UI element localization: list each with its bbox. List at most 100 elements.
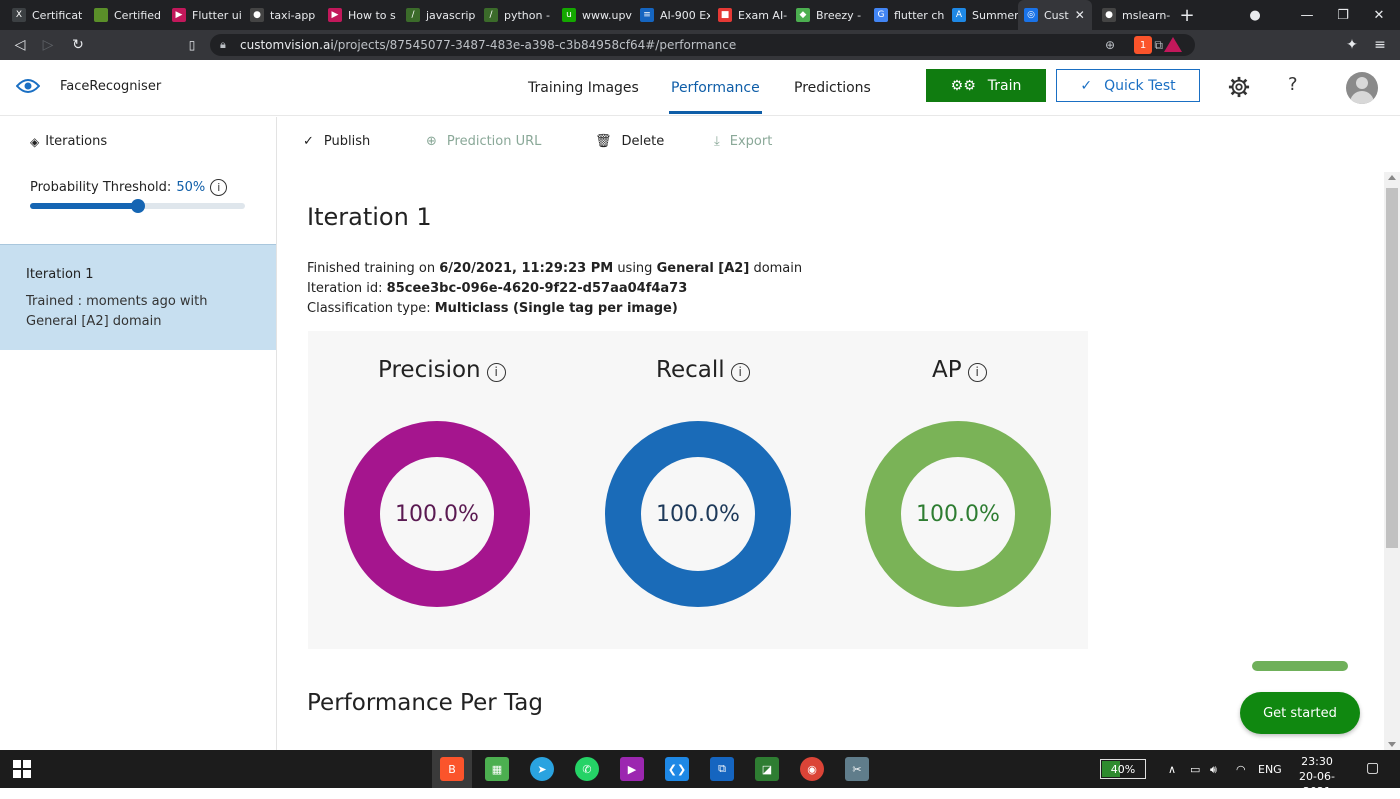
tab-favicon-icon: X: [12, 8, 26, 22]
close-tab-icon[interactable]: ✕: [1075, 8, 1085, 22]
tab-favicon-icon: ◎: [1024, 8, 1038, 22]
delete-button[interactable]: 🗑︎ Delete: [595, 134, 664, 149]
brave-browser-icon[interactable]: B: [440, 757, 464, 781]
remote-desktop-icon[interactable]: ⧉: [710, 757, 734, 781]
iteration-description: Trained : moments ago with General [A2] …: [26, 294, 208, 329]
language-indicator[interactable]: ENG: [1258, 763, 1282, 776]
get-started-button[interactable]: Get started: [1240, 692, 1360, 734]
browser-tab[interactable]: ▶ How to s: [322, 0, 398, 30]
share-icon[interactable]: ⧉: [1154, 38, 1163, 53]
quick-test-button[interactable]: ✓ Quick Test: [1056, 69, 1200, 102]
info-icon[interactable]: i: [486, 362, 506, 382]
browser-menu-icon[interactable]: ≡: [1366, 30, 1394, 60]
user-avatar[interactable]: [1346, 72, 1378, 104]
profile-menu-icon[interactable]: ●: [1238, 0, 1272, 30]
page-scrollbar[interactable]: [1384, 172, 1400, 750]
tab-predictions[interactable]: Predictions: [794, 80, 871, 96]
battery-indicator[interactable]: 40%: [1100, 759, 1146, 779]
vscode-icon[interactable]: ❮❯: [665, 757, 689, 781]
keyboard-icon[interactable]: ▭: [1190, 763, 1200, 776]
train-button[interactable]: ⚙⚙ Train: [926, 69, 1046, 102]
wifi-icon[interactable]: ◠: [1236, 763, 1246, 776]
bookmark-icon[interactable]: ▯: [178, 30, 206, 60]
reload-icon[interactable]: ↻: [64, 30, 92, 60]
probability-threshold: Probability Threshold: 50% i: [30, 179, 228, 196]
publish-button[interactable]: ✓ Publish: [303, 134, 370, 149]
scroll-thumb[interactable]: [1386, 188, 1398, 548]
recall-label: Recall: [656, 357, 725, 383]
export-button[interactable]: ⤓ Export: [714, 134, 772, 149]
brave-shield-icon[interactable]: 1: [1134, 36, 1152, 54]
precision-title: Precision i: [378, 357, 506, 383]
ap-value: 100.0%: [916, 501, 1000, 527]
browser-tab[interactable]: ◎ Cust ✕: [1018, 0, 1092, 30]
custom-vision-eye-icon[interactable]: [16, 76, 40, 96]
forward-icon[interactable]: ▷: [34, 30, 62, 60]
prediction-url-button[interactable]: ⊕ Prediction URL: [426, 134, 541, 149]
export-label: Export: [729, 134, 773, 149]
power-apps-icon[interactable]: ▶: [620, 757, 644, 781]
browser-tab[interactable]: ≡ AI-900 Ex: [634, 0, 710, 30]
help-button[interactable]: ?: [1288, 74, 1298, 95]
info-icon[interactable]: i: [730, 362, 750, 382]
maximize-window-icon[interactable]: ❐: [1326, 0, 1360, 30]
browser-tab[interactable]: X Certificat: [6, 0, 82, 30]
precision-donut: 100.0%: [344, 421, 530, 607]
minimize-window-icon[interactable]: —: [1290, 0, 1324, 30]
image-viewer-icon[interactable]: ▦: [485, 757, 509, 781]
info-icon[interactable]: i: [210, 179, 228, 196]
new-tab-button[interactable]: +: [1170, 0, 1204, 30]
scroll-up-icon[interactable]: [1388, 175, 1396, 180]
browser-tab[interactable]: / python -: [478, 0, 554, 30]
tab-performance[interactable]: Performance: [669, 80, 762, 114]
brave-rewards-icon[interactable]: [1164, 37, 1182, 52]
extensions-icon[interactable]: ✦: [1338, 30, 1366, 60]
app-header: FaceRecogniser Training Images Performan…: [0, 60, 1400, 116]
browser-tab[interactable]: ● mslearn-: [1096, 0, 1172, 30]
tab-favicon-icon: ▶: [328, 8, 342, 22]
classification-label: Classification type:: [307, 301, 431, 316]
windows-start-icon[interactable]: [10, 757, 34, 781]
iteration-list-item[interactable]: Iteration 1 Trained : moments ago with G…: [0, 244, 276, 350]
browser-tab[interactable]: Gflutter ch: [868, 0, 944, 30]
tab-favicon-icon: ▶: [172, 8, 186, 22]
snipping-tool-icon[interactable]: ✂: [845, 757, 869, 781]
browser-tab[interactable]: u www.upv: [556, 0, 632, 30]
chrome-icon[interactable]: ◉: [800, 757, 824, 781]
check-icon: ✓: [1080, 77, 1093, 94]
telegram-icon[interactable]: ➤: [530, 757, 554, 781]
settings-gear-icon[interactable]: [1228, 76, 1250, 98]
system-clock[interactable]: 23:30 20-06-2021: [1290, 754, 1344, 799]
notifications-icon[interactable]: ▢: [1366, 760, 1379, 776]
browser-tab[interactable]: A Summer: [946, 0, 1022, 30]
tab-favicon-icon: ●: [250, 8, 264, 22]
whatsapp-icon[interactable]: ✆: [575, 757, 599, 781]
tray-chevron-icon[interactable]: ∧: [1168, 763, 1176, 776]
browser-tab[interactable]: ▶ Flutter ui: [166, 0, 242, 30]
zoom-icon[interactable]: ⊕: [1105, 38, 1115, 52]
download-icon: ⤓: [714, 134, 720, 149]
threshold-slider[interactable]: [30, 199, 245, 213]
info-icon[interactable]: i: [967, 362, 987, 382]
tab-training-images[interactable]: Training Images: [528, 80, 639, 96]
domain-suffix: domain: [753, 261, 803, 276]
browser-tab[interactable]: ■ Exam AI-: [712, 0, 788, 30]
browser-tab[interactable]: ● taxi-app: [244, 0, 320, 30]
address-bar[interactable]: 🔒︎ customvision.ai/projects/87545077-348…: [210, 34, 1195, 56]
close-window-icon[interactable]: ✕: [1362, 0, 1396, 30]
browser-tab[interactable]: Certified: [88, 0, 164, 30]
training-info: Finished training on 6/20/2021, 11:29:23…: [307, 261, 802, 276]
trash-icon: 🗑︎: [595, 134, 612, 149]
browser-tab[interactable]: ◆ Breezy -: [790, 0, 866, 30]
back-icon[interactable]: ◁: [6, 30, 34, 60]
scroll-down-icon[interactable]: [1388, 742, 1396, 747]
sticky-notes-icon[interactable]: ◪: [755, 757, 779, 781]
precision-value: 100.0%: [395, 501, 479, 527]
browser-tab[interactable]: / javascrip: [400, 0, 476, 30]
using-text: using: [617, 261, 653, 276]
volume-icon[interactable]: 🔊︎: [1210, 763, 1217, 777]
threshold-slider-thumb[interactable]: [130, 199, 145, 213]
tab-label: Summer: [972, 8, 1019, 22]
performance-per-tag-title: Performance Per Tag: [307, 690, 543, 716]
battery-percent: 40%: [1110, 762, 1136, 776]
